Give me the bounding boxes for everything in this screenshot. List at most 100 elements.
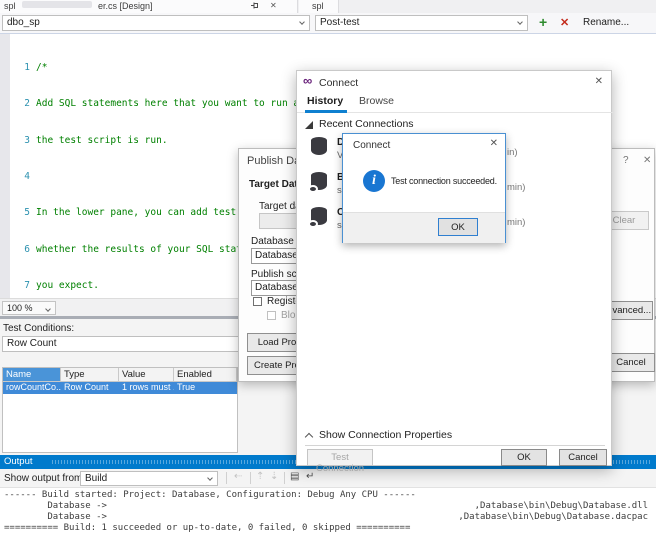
code-row: 4 (0, 171, 34, 183)
output-line-text: ========== Build: 1 succeeded or up-to-d… (4, 523, 410, 533)
database-icon (311, 207, 329, 229)
test-condition-value: Row Count (7, 338, 56, 349)
word-wrap-icon[interactable]: ↵ (306, 471, 314, 482)
output-line: ------ Build started: Project: Database,… (4, 490, 656, 501)
line-number: 1 (12, 62, 30, 74)
connection-user-fragment: min) (507, 217, 525, 228)
toolbar-separator (250, 472, 251, 484)
line-number: 7 (12, 280, 30, 292)
footer-separator (305, 445, 605, 446)
grid-cell-enabled[interactable]: True (174, 382, 237, 394)
zoom-level-value: 100 % (7, 303, 33, 313)
code-row: 1/* (0, 62, 34, 74)
message-box-title: Connect (353, 140, 390, 151)
tab-designer-suffix: er.cs [Design] (98, 1, 153, 11)
rename-button[interactable]: Rename... (583, 17, 629, 28)
message-ok-button[interactable]: OK (438, 218, 478, 236)
code-row: 2Add SQL statements here that you want t… (0, 98, 34, 110)
database-icon (311, 172, 329, 194)
message-box-footer: OK (343, 212, 505, 243)
block-publish-checkbox (267, 311, 276, 320)
chevron-down-icon (299, 19, 305, 25)
connection-user-fragment: min) (507, 182, 525, 193)
clear-all-icon[interactable]: ▤ (290, 471, 299, 482)
publish-cancel-button[interactable]: Cancel (607, 353, 655, 372)
tab-designer[interactable]: spl er.cs [Design] ✕ (0, 0, 298, 13)
script-type-combobox[interactable]: Post-test (315, 15, 528, 31)
help-icon[interactable]: ? (623, 155, 629, 166)
show-output-from-label: Show output from: (4, 473, 85, 484)
tab-spl-label: spl (312, 1, 324, 11)
redacted-text (22, 1, 92, 8)
grid-header-name[interactable]: Name (3, 368, 61, 382)
tab-browse[interactable]: Browse (359, 95, 394, 107)
line-number: 6 (12, 244, 30, 256)
grid-cell-type[interactable]: Row Count (61, 382, 119, 394)
line-number: 5 (12, 207, 30, 219)
toolbar-separator (284, 472, 285, 484)
test-script-toolbar: dbo_sp Post-test + ✕ Rename... (0, 13, 656, 34)
connect-cancel-button[interactable]: Cancel (559, 449, 607, 466)
object-combobox[interactable]: dbo_sp (2, 15, 310, 31)
code-row: 5In the lower pane, you can add test con… (0, 207, 34, 219)
document-tabstrip: spl er.cs [Design] ✕ spl (0, 0, 656, 13)
test-connection-button: Test Connection (307, 449, 373, 466)
code-line[interactable]: Add SQL statements here that you want to… (36, 98, 322, 110)
output-line: Database -> ,Database\bin\Debug\Database.… (4, 501, 656, 512)
output-line-text: Database -> (4, 501, 107, 511)
database-icon (311, 137, 329, 159)
grid-header-type[interactable]: Type (61, 368, 119, 382)
delete-test-icon[interactable]: ✕ (560, 16, 569, 29)
next-message-icon[interactable]: ⇣ (270, 471, 278, 482)
code-row: 7you expect. (0, 280, 34, 292)
code-line[interactable]: you expect. (36, 280, 99, 292)
grid-header-enabled[interactable]: Enabled (174, 368, 237, 382)
connect-dialog-icon: ∞ (303, 73, 312, 88)
tab-spl[interactable]: spl (299, 0, 339, 13)
show-connection-properties-link[interactable]: Show Connection Properties (319, 429, 452, 441)
grid-cell-value[interactable]: 1 rows must ... (119, 382, 174, 394)
connection-user-fragment: in) (507, 147, 518, 158)
tab-history[interactable]: History (307, 95, 343, 107)
output-source-value: Build (85, 473, 107, 484)
toolbar-separator (226, 472, 227, 484)
code-row: 3the test script is run. (0, 135, 34, 147)
output-path: ,Database\bin\Debug\Database.dacpac (458, 512, 648, 523)
code-line[interactable]: /* (36, 62, 47, 74)
grid-cell-name[interactable]: rowCountCo... (3, 382, 61, 394)
close-icon[interactable]: ✕ (490, 138, 498, 149)
grid-header-value[interactable]: Value (119, 368, 174, 382)
chevron-up-icon (305, 433, 313, 441)
line-number: 2 (12, 98, 30, 110)
output-panel-title: Output (4, 456, 33, 467)
output-source-combobox[interactable]: Build (80, 471, 218, 486)
active-tab-underline (305, 110, 347, 113)
object-combobox-value: dbo_sp (7, 17, 40, 28)
test-conditions-label: Test Conditions: (3, 323, 74, 334)
zoom-level-combobox[interactable]: 100 % (2, 301, 56, 315)
connect-dialog-title: Connect (319, 77, 358, 89)
vs-window: spl er.cs [Design] ✕ spl dbo_sp Post-tes… (0, 0, 656, 539)
code-line[interactable]: the test script is run. (36, 135, 168, 147)
output-line: ========== Build: 1 succeeded or up-to-d… (4, 523, 656, 534)
prev-message-icon[interactable]: ⇡ (256, 471, 264, 482)
info-icon: i (363, 170, 385, 192)
close-tab-icon[interactable]: ✕ (270, 1, 277, 10)
pin-icon[interactable] (250, 1, 259, 12)
register-dac-checkbox[interactable] (253, 297, 262, 306)
output-path: ,Database\bin\Debug\Database.dll (475, 501, 648, 512)
test-connection-message-box: Connect ✕ i Test connection succeeded. O… (342, 133, 506, 243)
output-line-text: Database -> (4, 512, 107, 522)
output-log[interactable]: ------ Build started: Project: Database,… (0, 488, 656, 539)
script-type-combobox-value: Post-test (320, 17, 359, 28)
output-line-text: ------ Build started: Project: Database,… (4, 490, 416, 500)
chevron-down-icon (517, 19, 523, 25)
goto-message-icon[interactable]: ⇠ (234, 471, 242, 482)
expander-icon[interactable] (305, 121, 313, 129)
add-test-icon[interactable]: + (539, 14, 547, 30)
close-icon[interactable]: ✕ (595, 76, 603, 87)
output-line: Database -> ,Database\bin\Debug\Database.… (4, 512, 656, 523)
line-number: 4 (12, 171, 30, 183)
close-icon[interactable]: ✕ (643, 155, 651, 166)
connect-ok-button[interactable]: OK (501, 449, 547, 466)
